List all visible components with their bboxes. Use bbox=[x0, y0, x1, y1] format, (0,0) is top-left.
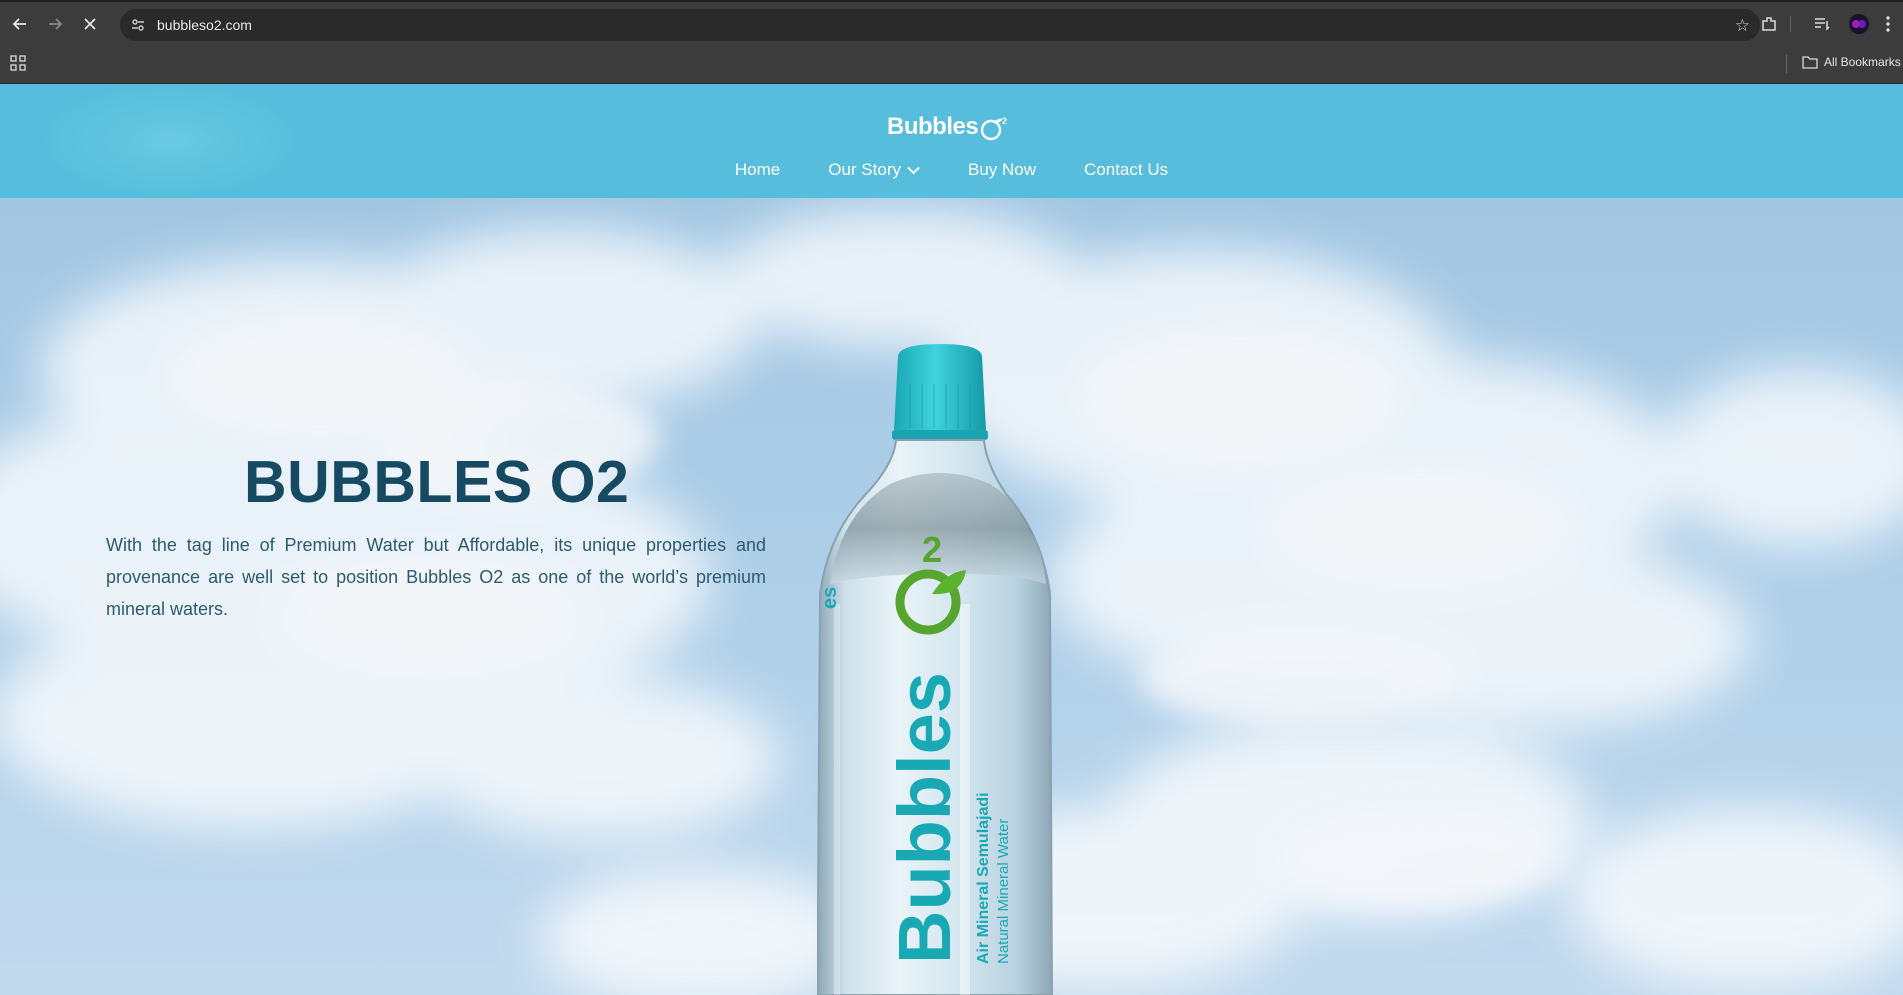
toolbar-divider bbox=[1790, 16, 1791, 32]
svg-text:2: 2 bbox=[1002, 116, 1007, 126]
nav-buy-now[interactable]: Buy Now bbox=[968, 160, 1036, 180]
all-bookmarks-button[interactable]: All Bookmarks bbox=[1802, 55, 1901, 69]
back-arrow-icon bbox=[12, 18, 26, 30]
all-bookmarks-label: All Bookmarks bbox=[1824, 55, 1901, 69]
stop-loading-icon bbox=[84, 18, 96, 30]
main-navigation: Home Our Story Buy Now Contact Us bbox=[0, 158, 1903, 182]
stop-loading-button[interactable] bbox=[79, 13, 101, 35]
browser-toolbar: bubbleso2.com ☆ bbox=[0, 0, 1903, 45]
site-header: Bubbles 2 Home Our Story Buy Now Contact… bbox=[0, 84, 1903, 198]
bottle-label-line2: Natural Mineral Water bbox=[995, 819, 1012, 964]
bookmarks-divider bbox=[1786, 55, 1787, 73]
bottle-superscript: 2 bbox=[922, 529, 942, 570]
brand-logo-text: Bubbles bbox=[887, 113, 979, 140]
nav-home[interactable]: Home bbox=[735, 160, 780, 180]
profile-avatar-icon[interactable] bbox=[1848, 13, 1870, 35]
bottle-brand-text: Bubbles bbox=[883, 672, 966, 964]
nav-our-story[interactable]: Our Story bbox=[828, 160, 920, 180]
web-page: Bubbles 2 Home Our Story Buy Now Contact… bbox=[0, 84, 1903, 995]
extensions-icon[interactable] bbox=[1760, 13, 1778, 35]
reading-list-icon[interactable] bbox=[1813, 13, 1831, 35]
forward-button[interactable] bbox=[44, 13, 66, 35]
bookmarks-bar: All Bookmarks bbox=[0, 45, 1903, 84]
folder-icon bbox=[1802, 56, 1818, 69]
brand-logo[interactable]: Bubbles 2 bbox=[887, 113, 1009, 143]
hero-description: With the tag line of Premium Water but A… bbox=[106, 535, 766, 619]
chevron-down-icon bbox=[907, 166, 920, 174]
apps-grid-icon[interactable] bbox=[10, 55, 26, 71]
site-info-icon[interactable] bbox=[129, 16, 147, 34]
forward-arrow-icon bbox=[49, 18, 63, 30]
more-menu-icon[interactable] bbox=[1885, 13, 1891, 35]
water-bottle-image: Bubbles Air Mineral Semulajadi Natural M… bbox=[817, 344, 1054, 995]
nav-contact-us[interactable]: Contact Us bbox=[1084, 160, 1168, 180]
o2-logo-icon: 2 bbox=[980, 116, 1008, 141]
hero-title: BUBBLES O2 bbox=[244, 449, 630, 515]
bottle-side-text: es bbox=[819, 587, 841, 609]
back-button[interactable] bbox=[9, 13, 31, 35]
url-text[interactable]: bubbleso2.com bbox=[157, 17, 252, 33]
address-bar[interactable]: bubbleso2.com ☆ bbox=[120, 9, 1760, 41]
star-icon[interactable]: ☆ bbox=[1735, 16, 1750, 36]
bottle-label-line1: Air Mineral Semulajadi bbox=[975, 792, 992, 964]
